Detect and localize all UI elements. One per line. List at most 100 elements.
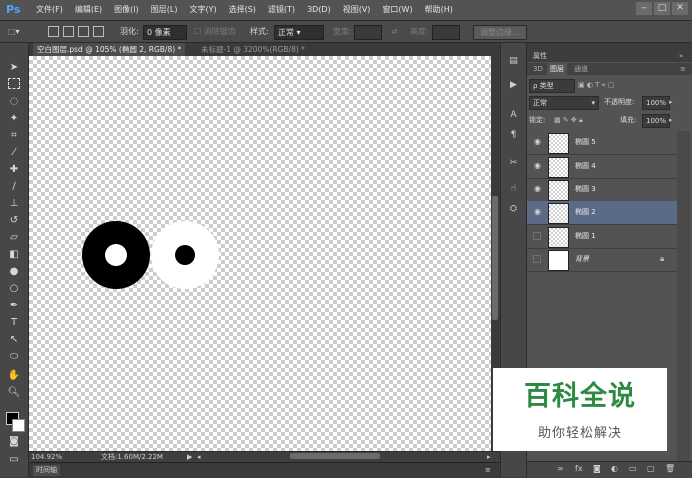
menu-type[interactable]: 文字(Y)	[183, 0, 222, 20]
tab-3d[interactable]: 3D	[530, 63, 546, 75]
swap-icon[interactable]: ⇄	[391, 25, 398, 38]
visibility-toggle-off[interactable]	[533, 255, 541, 263]
history-panel-icon[interactable]: ▤	[507, 55, 520, 68]
add-mask-icon[interactable]: ◙	[593, 464, 601, 473]
panel-collapse-icon[interactable]: »	[679, 50, 683, 62]
horizontal-scroll-thumb[interactable]	[290, 453, 380, 459]
fx-icon[interactable]: fx	[575, 464, 583, 473]
visibility-toggle-off[interactable]	[533, 232, 541, 240]
fill-input[interactable]: 100%	[642, 114, 671, 128]
type-tool-icon[interactable]: T	[7, 316, 21, 330]
layer-row-ellipse-3[interactable]: ◉ 椭圆 3	[527, 178, 677, 202]
paragraph-panel-icon[interactable]: ¶	[507, 129, 520, 142]
minimize-button[interactable]: ‒	[636, 2, 652, 15]
tool-presets-icon[interactable]: ✂	[507, 157, 520, 170]
layer-thumbnail	[548, 133, 569, 154]
menu-3d[interactable]: 3D(D)	[301, 0, 337, 20]
eyedropper-icon[interactable]: ⁄	[7, 146, 21, 160]
layer-row-ellipse-5[interactable]: ◉ 椭圆 5	[527, 131, 677, 155]
layers-scrollbar[interactable]	[677, 131, 690, 461]
fill-dropdown-icon[interactable]: ▸	[669, 114, 673, 126]
document-canvas[interactable]	[29, 56, 491, 451]
visibility-eye-icon[interactable]: ◉	[533, 184, 542, 193]
layer-filter-select[interactable]: ρ 类型	[529, 79, 575, 93]
menu-file[interactable]: 文件(F)	[30, 0, 69, 20]
hand-tool-icon[interactable]: ✋	[7, 369, 21, 383]
tab-channels[interactable]: 通道	[571, 63, 591, 75]
new-layer-icon[interactable]: ▢	[647, 464, 655, 473]
visibility-eye-icon[interactable]: ◉	[533, 207, 542, 216]
marquee-tool-icon[interactable]	[8, 78, 20, 89]
panel-menu-icon[interactable]: ≡	[677, 63, 689, 75]
marquee-preset-icon[interactable]: ⬚▾	[8, 25, 20, 38]
menu-filter[interactable]: 滤镜(T)	[262, 0, 301, 20]
ellipse-tool-icon[interactable]: ⬭	[7, 350, 21, 364]
layer-row-background[interactable]: 背景 🔒︎	[527, 248, 677, 272]
style-select[interactable]: 正常 ▾	[274, 25, 324, 40]
delete-layer-icon[interactable]: 🗑︎	[665, 464, 675, 473]
subtract-selection-icon[interactable]	[78, 26, 89, 37]
background-color-swatch[interactable]	[12, 419, 25, 432]
lock-icons[interactable]: ▩ ✎ ✥ 🔒︎	[554, 114, 583, 126]
menu-help[interactable]: 帮助(H)	[419, 0, 459, 20]
menu-select[interactable]: 选择(S)	[223, 0, 262, 20]
antialias-checkbox[interactable]: ☐ 消除锯齿	[194, 25, 236, 38]
timeline-menu-icon[interactable]: ≡	[485, 465, 491, 476]
layer-row-ellipse-4[interactable]: ◉ 椭圆 4	[527, 155, 677, 179]
new-selection-icon[interactable]	[48, 26, 59, 37]
menu-layer[interactable]: 图层(L)	[145, 0, 184, 20]
zoom-tool-icon[interactable]: 🔍︎	[7, 386, 21, 400]
menu-view[interactable]: 视图(V)	[337, 0, 377, 20]
magic-wand-icon[interactable]: ✦	[7, 112, 21, 126]
link-layers-icon[interactable]: ∞	[557, 464, 564, 473]
clone-stamp-icon[interactable]: ⊥	[7, 197, 21, 211]
vertical-scroll-thumb[interactable]	[492, 196, 498, 320]
height-input[interactable]	[432, 25, 460, 40]
properties-panel-title[interactable]: 属性	[533, 50, 547, 62]
visibility-eye-icon[interactable]: ◉	[533, 137, 542, 146]
screen-mode-icon[interactable]: ▭	[7, 453, 21, 467]
lasso-tool-icon[interactable]: ◌	[7, 95, 21, 109]
character-panel-icon[interactable]: A	[507, 109, 520, 122]
actions-panel-icon[interactable]: ▶	[507, 79, 520, 92]
menu-items: 文件(F) 编辑(E) 图像(I) 图层(L) 文字(Y) 选择(S) 滤镜(T…	[30, 0, 459, 20]
crop-tool-icon[interactable]: ⌗	[7, 129, 21, 143]
feather-input[interactable]: 0 像素	[143, 25, 187, 40]
adjustment-layer-icon[interactable]: ◐	[611, 464, 618, 473]
healing-brush-icon[interactable]: ✚	[7, 163, 21, 177]
brush-panel-icon[interactable]: ☝	[507, 183, 520, 196]
move-tool-icon[interactable]: ➤	[7, 61, 21, 75]
menu-edit[interactable]: 编辑(E)	[69, 0, 108, 20]
intersect-selection-icon[interactable]	[93, 26, 104, 37]
clone-source-icon[interactable]: ⛭	[507, 203, 520, 216]
visibility-eye-icon[interactable]: ◉	[533, 161, 542, 170]
menu-window[interactable]: 窗口(W)	[376, 0, 418, 20]
blend-mode-select[interactable]: 正常 ▾	[529, 96, 599, 110]
timeline-tab[interactable]: 时间轴	[33, 465, 60, 476]
eraser-tool-icon[interactable]: ▱	[7, 231, 21, 245]
layer-row-ellipse-1[interactable]: 椭圆 1	[527, 225, 677, 249]
paint-bucket-icon[interactable]: ◧	[7, 248, 21, 262]
blur-tool-icon[interactable]: ●	[7, 265, 21, 279]
quick-mask-icon[interactable]: ◙	[7, 435, 21, 449]
maximize-button[interactable]: □	[654, 2, 670, 15]
width-input[interactable]	[354, 25, 382, 40]
add-selection-icon[interactable]	[63, 26, 74, 37]
menu-image[interactable]: 图像(I)	[108, 0, 145, 20]
tab-blank-layer[interactable]: 空白图层.psd @ 105% (椭圆 2, RGB/8) *	[33, 43, 186, 56]
layer-row-ellipse-2[interactable]: ◉ 椭圆 2	[527, 201, 677, 225]
refine-edge-button[interactable]: 调整边缘...	[473, 25, 527, 40]
opacity-dropdown-icon[interactable]: ▸	[669, 96, 673, 108]
opacity-input[interactable]: 100%	[642, 96, 671, 110]
timeline-panel-bar[interactable]: 时间轴 ≡	[29, 462, 499, 478]
new-group-icon[interactable]: ▭	[629, 464, 637, 473]
path-selection-icon[interactable]: ↖	[7, 333, 21, 347]
tab-untitled-1[interactable]: 未标题-1 @ 3200%(RGB/8) *	[197, 43, 309, 56]
brush-tool-icon[interactable]: ∕	[7, 180, 21, 194]
filter-icons[interactable]: ▣ ◐ T ⌖ ▢	[578, 79, 614, 91]
close-button[interactable]: ✕	[672, 2, 688, 15]
pen-tool-icon[interactable]: ✒	[7, 299, 21, 313]
history-brush-icon[interactable]: ↺	[7, 214, 21, 228]
tab-layers[interactable]: 图层	[547, 63, 567, 75]
dodge-tool-icon[interactable]: ○	[7, 282, 21, 296]
